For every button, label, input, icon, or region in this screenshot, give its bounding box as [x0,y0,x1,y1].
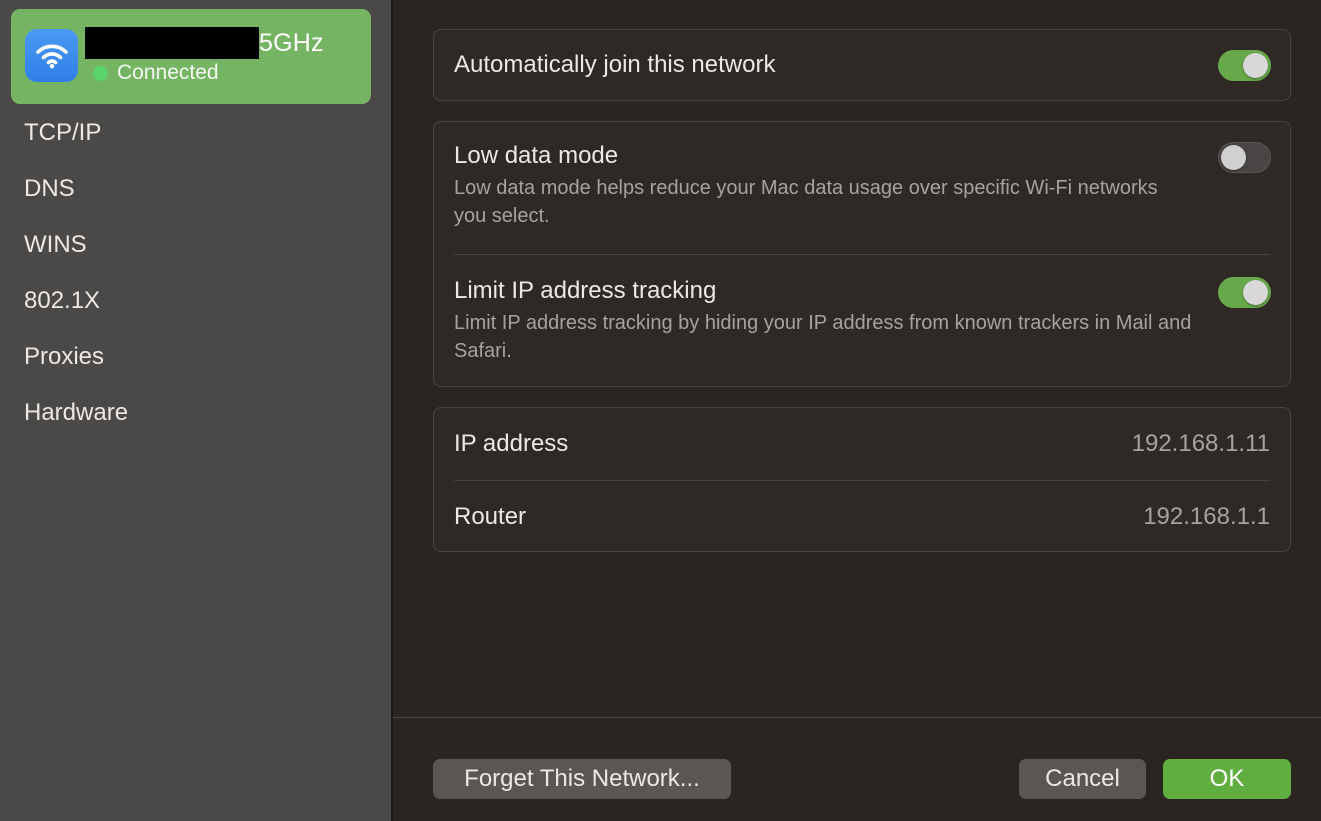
sidebar-item-hardware[interactable]: Hardware [24,385,128,441]
footer-divider [393,717,1321,718]
privacy-group: Low data mode Low data mode helps reduce… [433,121,1291,387]
sidebar-item-label: Hardware [24,399,129,426]
limit-ip-row: Limit IP address tracking Limit IP addre… [434,255,1290,386]
sidebar-item-label: TCP/IP [24,119,102,146]
status-dot-icon [93,65,108,81]
main-panel: Automatically join this network Low data… [393,0,1321,821]
auto-join-group: Automatically join this network [433,29,1291,101]
ip-address-label: IP address [454,430,569,457]
router-label: Router [454,502,527,530]
limit-ip-toggle[interactable] [1218,277,1271,308]
connection-status: Connected [93,61,219,85]
wifi-icon [25,29,78,82]
sidebar-item-label: DNS [24,175,75,202]
network-name-suffix: 5GHz [259,28,324,57]
forget-network-button[interactable]: Forget This Network... [433,759,731,799]
sidebar-item-8021x[interactable]: 802.1X [24,273,128,329]
auto-join-row: Automatically join this network [434,30,1290,100]
low-data-description: Low data mode helps reduce your Mac data… [454,177,1158,227]
address-info-group: IP address 192.168.1.11 Router 192.168.1… [433,407,1291,552]
sidebar-item-proxies[interactable]: Proxies [24,329,128,385]
sidebar-item-label: WINS [24,231,87,258]
router-row: Router 192.168.1.1 [434,481,1290,552]
sidebar-item-dns[interactable]: DNS [24,161,128,217]
limit-ip-description: Limit IP address tracking by hiding your… [454,312,1192,362]
low-data-label: Low data mode [454,142,619,169]
sidebar-nav: TCP/IP DNS WINS 802.1X Proxies Hardware [24,105,128,441]
sidebar-item-wins[interactable]: WINS [24,217,128,273]
sidebar-item-tcpip[interactable]: TCP/IP [24,105,128,161]
ok-button[interactable]: OK [1163,759,1291,799]
auto-join-toggle[interactable] [1218,50,1271,81]
ip-address-row: IP address 192.168.1.11 [434,408,1290,480]
selected-network-card[interactable]: 5GHz Connected [11,9,371,104]
sidebar-item-label: 802.1X [24,287,101,314]
network-name: 5GHz [85,27,324,59]
toggle-knob [1243,53,1268,78]
router-value: 192.168.1.1 [1143,502,1270,530]
low-data-row: Low data mode Low data mode helps reduce… [434,122,1290,254]
ip-address-value: 192.168.1.11 [1131,430,1270,457]
sidebar: 5GHz Connected TCP/IP DNS WINS 802.1X Pr… [0,0,391,821]
toggle-knob [1243,280,1268,305]
low-data-toggle[interactable] [1218,142,1271,173]
limit-ip-label: Limit IP address tracking [454,277,717,304]
sidebar-item-label: Proxies [24,343,105,370]
cancel-button[interactable]: Cancel [1019,759,1146,799]
toggle-knob [1221,145,1246,170]
auto-join-label: Automatically join this network [454,51,776,78]
connection-status-label: Connected [117,61,219,84]
network-name-redaction [85,27,259,59]
